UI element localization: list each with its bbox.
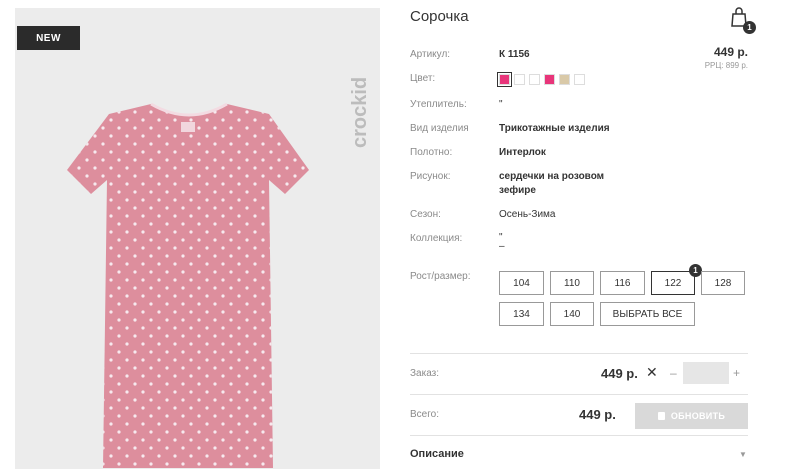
brand-logo: crockid: [349, 77, 371, 148]
order-price: 449 р.: [601, 366, 638, 381]
insulation-value: ": [499, 99, 503, 110]
size-option-128[interactable]: 128: [701, 271, 745, 295]
color-swatch[interactable]: [559, 74, 570, 85]
update-button[interactable]: ОБНОВИТЬ: [635, 403, 748, 429]
recommended-retail-price: РРЦ: 899 р.: [704, 61, 748, 70]
size-label: Рост/размер:: [410, 271, 471, 282]
chevron-down-icon[interactable]: ▼: [739, 450, 747, 459]
season-value: Осень-Зима: [499, 209, 556, 220]
cart-button[interactable]: 1: [728, 6, 756, 34]
decrease-quantity-button[interactable]: –: [670, 366, 677, 380]
size-option-104[interactable]: 104: [499, 271, 544, 295]
pattern-label: Рисунок:: [410, 171, 451, 182]
size-option-122[interactable]: 122: [651, 271, 695, 295]
new-badge: NEW: [17, 26, 80, 50]
description-toggle[interactable]: Описание: [410, 448, 464, 460]
total-label: Всего:: [410, 409, 439, 420]
fabric-value: Интерлок: [499, 147, 546, 158]
season-label: Сезон:: [410, 209, 441, 220]
collection-value-line2: –: [499, 241, 505, 252]
increase-quantity-button[interactable]: +: [733, 366, 740, 380]
product-title: Сорочка: [410, 8, 469, 25]
brand-logo-text: crockid: [349, 77, 371, 148]
divider: [410, 353, 748, 354]
color-swatches: [497, 72, 585, 87]
article-value: К 1156: [499, 49, 530, 60]
pattern-value-line2: зефире: [499, 185, 536, 196]
color-label: Цвет:: [410, 73, 436, 84]
color-swatch[interactable]: [544, 74, 555, 85]
cart-count-badge: 1: [743, 21, 756, 34]
nightgown-image: [67, 102, 309, 468]
remove-order-icon[interactable]: ✕: [646, 364, 658, 381]
divider: [410, 394, 748, 395]
product-image: NEW crockid: [15, 8, 380, 469]
color-swatch[interactable]: [574, 74, 585, 85]
product-type-label: Вид изделия: [410, 123, 469, 134]
color-swatch[interactable]: [529, 74, 540, 85]
fabric-label: Полотно:: [410, 147, 453, 158]
size-option-134[interactable]: 134: [499, 302, 544, 326]
update-button-label: ОБНОВИТЬ: [670, 411, 726, 421]
size-option-116[interactable]: 116: [600, 271, 645, 295]
quantity-input[interactable]: [683, 362, 729, 384]
size-option-110[interactable]: 110: [550, 271, 594, 295]
divider: [410, 435, 748, 436]
select-all-sizes-button[interactable]: ВЫБРАТЬ ВСЕ: [600, 302, 695, 326]
color-swatch[interactable]: [497, 72, 512, 87]
color-swatch[interactable]: [514, 74, 525, 85]
pattern-value-line1: сердечки на розовом: [499, 171, 605, 182]
size-option-140[interactable]: 140: [550, 302, 594, 326]
insulation-label: Утеплитель:: [410, 99, 467, 110]
collection-label: Коллекция:: [410, 233, 463, 244]
product-type-value: Трикотажные изделия: [499, 123, 610, 134]
total-price: 449 р.: [579, 407, 616, 422]
product-price: 449 р.: [713, 45, 748, 59]
order-label: Заказ:: [410, 368, 440, 379]
article-label: Артикул:: [410, 49, 451, 60]
lock-icon: [657, 412, 665, 420]
